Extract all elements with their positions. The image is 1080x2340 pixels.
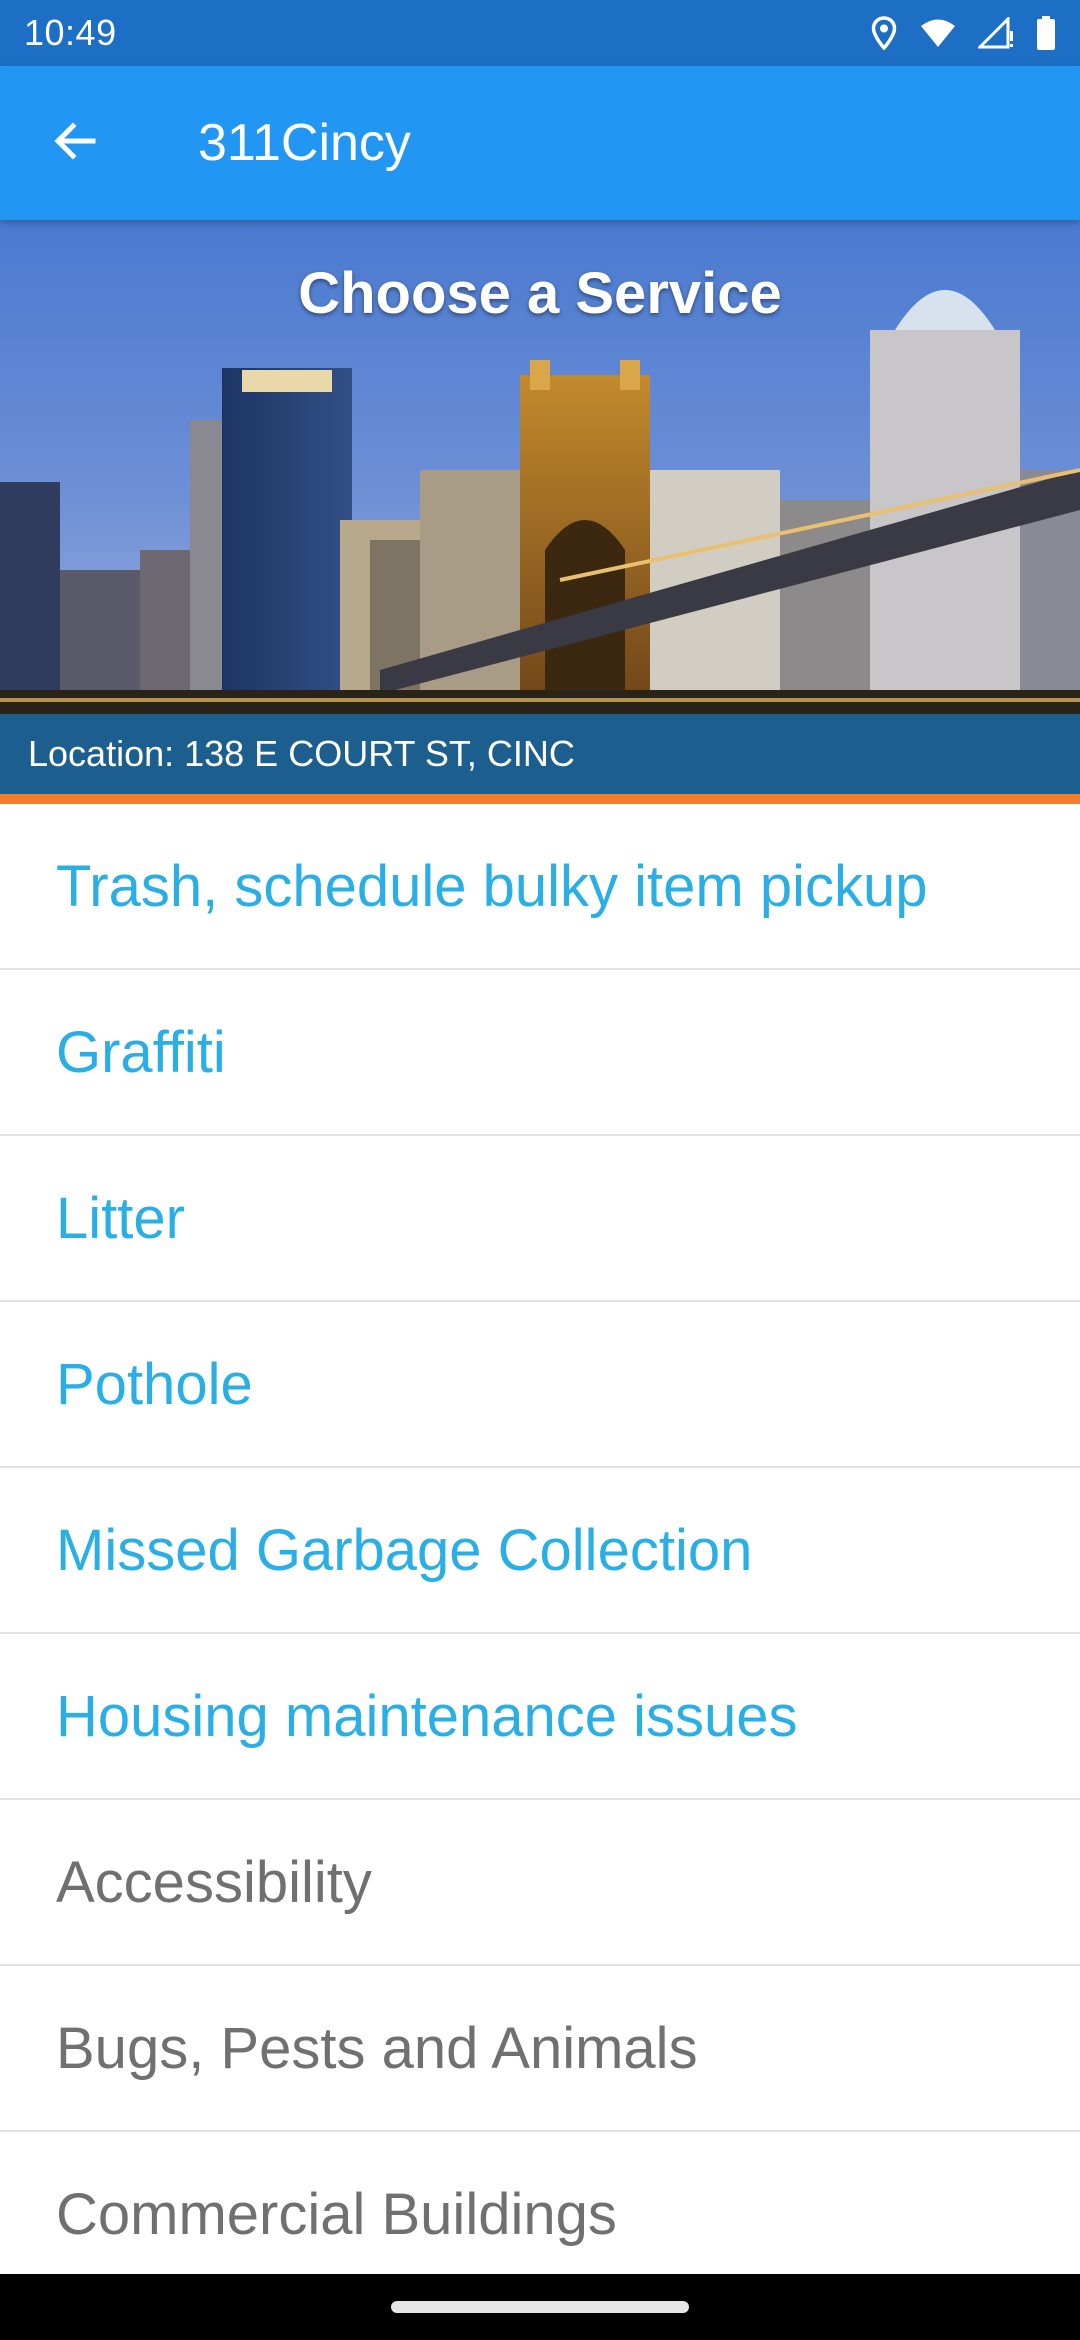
arrow-back-icon <box>51 117 99 170</box>
service-item-housing[interactable]: Housing maintenance issues <box>0 1634 1080 1800</box>
app-bar: 311Cincy <box>0 66 1080 220</box>
status-icons <box>870 16 1056 50</box>
location-icon <box>870 16 898 50</box>
service-item-missed-garbage[interactable]: Missed Garbage Collection <box>0 1468 1080 1634</box>
service-item-pothole[interactable]: Pothole <box>0 1302 1080 1468</box>
service-item-litter[interactable]: Litter <box>0 1136 1080 1302</box>
status-time: 10:49 <box>24 12 117 53</box>
page-title: Choose a Service <box>298 261 782 326</box>
accent-divider <box>0 794 1080 804</box>
service-item-bugs-pests[interactable]: Bugs, Pests and Animals <box>0 1966 1080 2132</box>
service-list: Trash, schedule bulky item pickup Graffi… <box>0 804 1080 2274</box>
wifi-icon <box>920 18 956 48</box>
home-indicator[interactable] <box>391 2301 689 2313</box>
status-bar: 10:49 <box>0 0 1080 66</box>
signal-icon <box>978 17 1014 49</box>
service-item-commercial-buildings[interactable]: Commercial Buildings <box>0 2132 1080 2274</box>
service-item-trash[interactable]: Trash, schedule bulky item pickup <box>0 804 1080 970</box>
hero-banner: Choose a Service <box>0 220 1080 714</box>
battery-icon <box>1036 16 1056 50</box>
app-title: 311Cincy <box>198 114 411 172</box>
location-text: Location: 138 E COURT ST, CINC <box>28 733 575 774</box>
location-bar: Location: 138 E COURT ST, CINC <box>0 714 1080 794</box>
service-item-graffiti[interactable]: Graffiti <box>0 970 1080 1136</box>
service-item-accessibility[interactable]: Accessibility <box>0 1800 1080 1966</box>
back-button[interactable] <box>0 66 150 220</box>
system-nav-bar <box>0 2274 1080 2340</box>
